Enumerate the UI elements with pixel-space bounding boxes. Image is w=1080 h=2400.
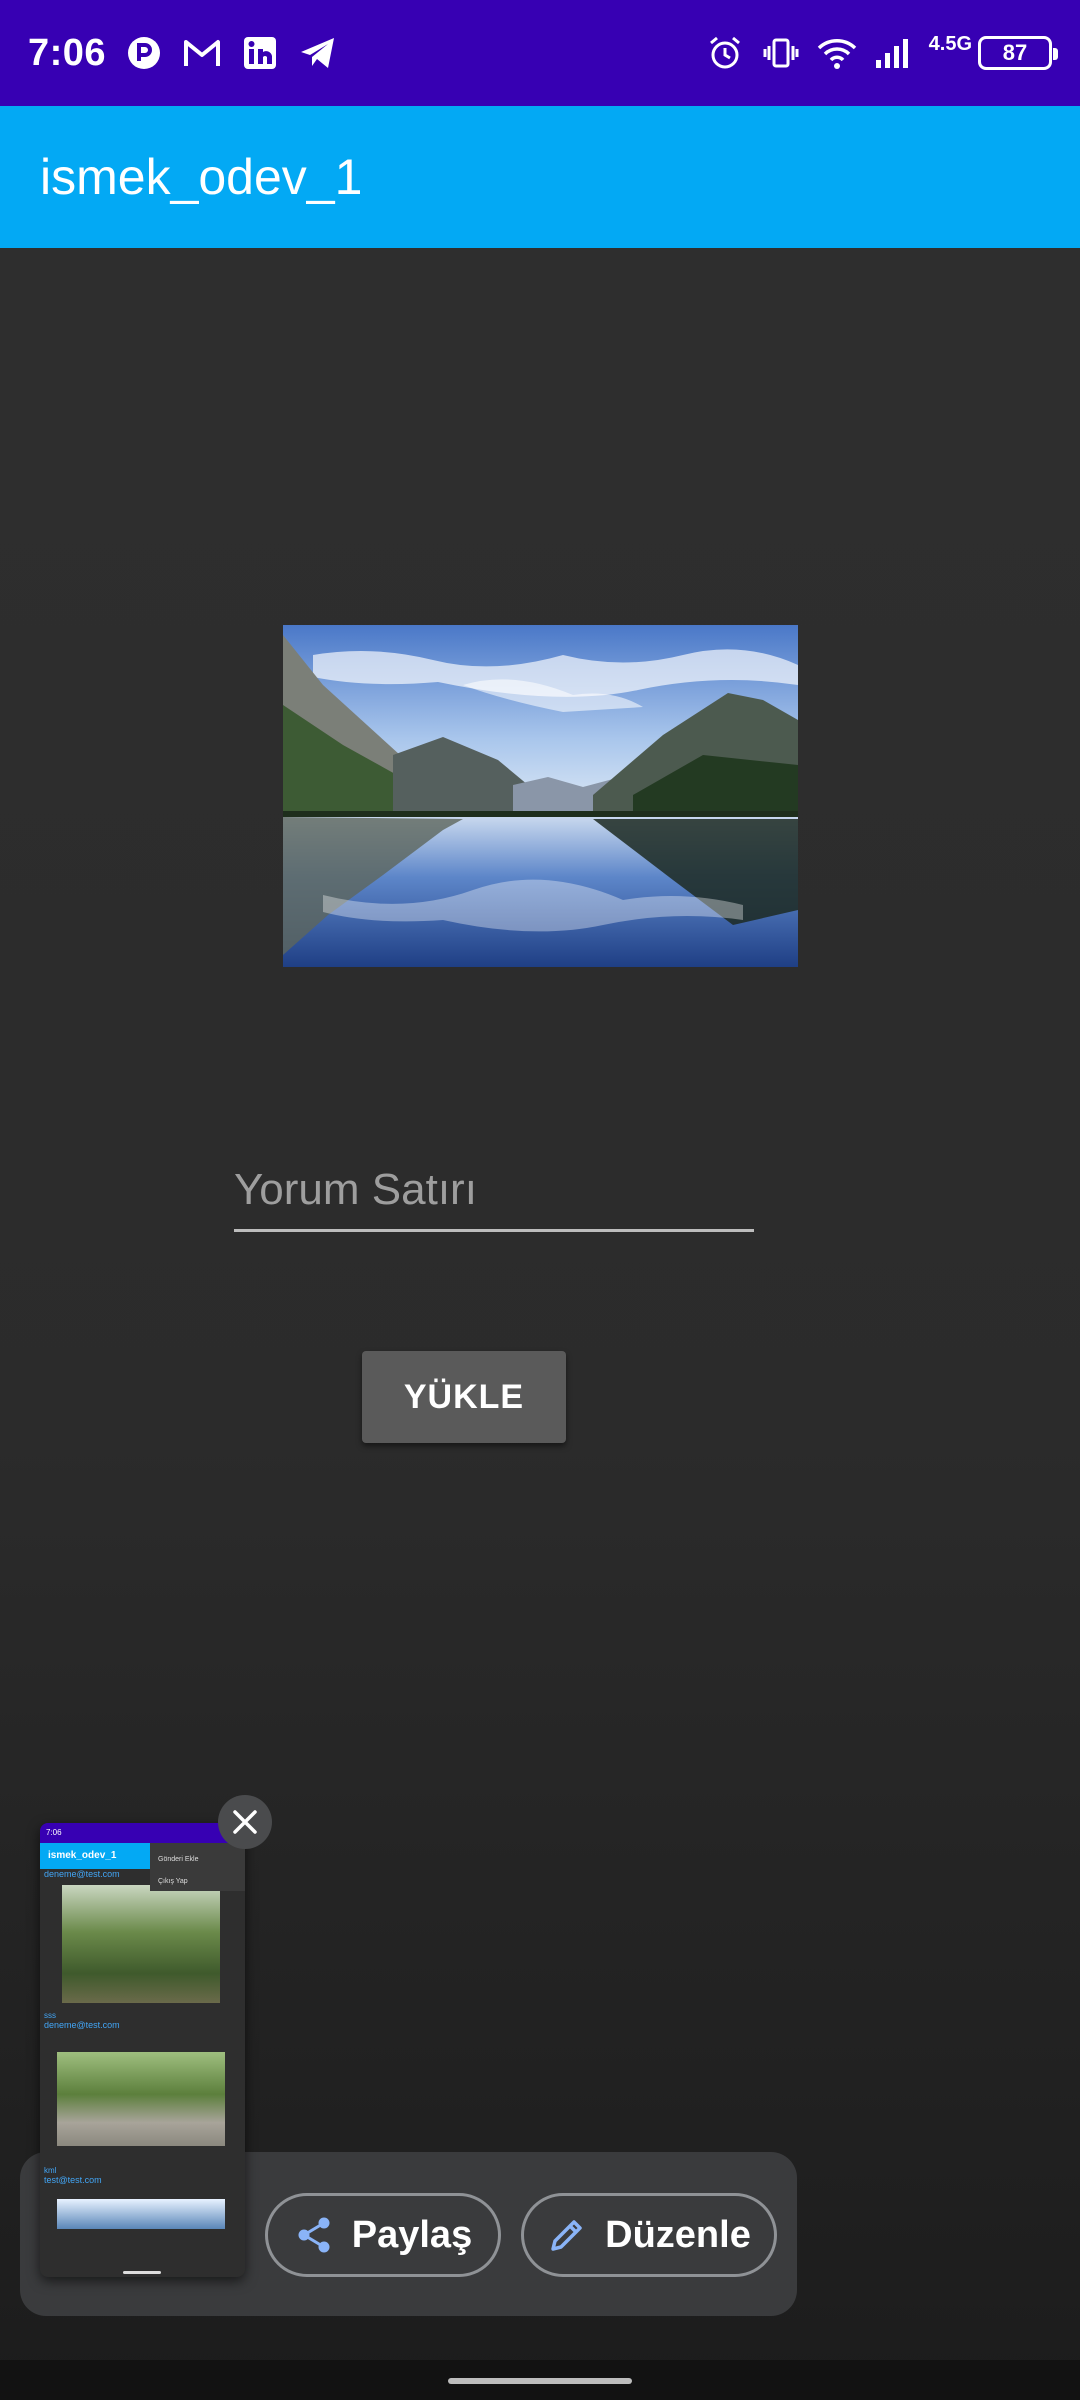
- edit-button[interactable]: Düzenle: [521, 2193, 777, 2277]
- thumbnail-app-title: ismek_odev_1: [40, 1843, 150, 1869]
- wifi-icon: [817, 33, 857, 73]
- app-title: ismek_odev_1: [40, 149, 363, 205]
- comment-input[interactable]: [234, 1160, 754, 1232]
- thumbnail-post-email: test@test.com: [44, 2175, 102, 2185]
- thumbnail-menu-item: Çıkış Yap: [158, 1878, 188, 1885]
- status-left: 7:06: [28, 32, 338, 75]
- edit-label: Düzenle: [605, 2213, 751, 2256]
- telegram-icon: [298, 33, 338, 73]
- alarm-icon: [705, 33, 745, 73]
- signal-icon: [873, 33, 913, 73]
- close-preview-button[interactable]: [218, 1795, 272, 1849]
- linkedin-icon: [240, 33, 280, 73]
- thumbnail-status-bar: 7:06: [40, 1823, 245, 1843]
- share-button[interactable]: Paylaş: [265, 2193, 501, 2277]
- share-label: Paylaş: [351, 2213, 473, 2256]
- thumbnail-post-image: [57, 2199, 225, 2229]
- home-indicator[interactable]: [448, 2378, 632, 2384]
- status-right: 4.5G 87: [705, 32, 1058, 73]
- gmail-icon: [182, 33, 222, 73]
- thumbnail-post-image: [62, 1885, 220, 2003]
- close-icon: [233, 1810, 257, 1834]
- vibrate-icon: [761, 33, 801, 73]
- network-type: 4.5G: [928, 32, 972, 55]
- thumbnail-menu: Gönderi Ekle Çıkış Yap: [150, 1843, 245, 1891]
- status-time: 7:06: [28, 31, 107, 74]
- thumbnail-post-email: deneme@test.com: [44, 2020, 120, 2030]
- upload-button[interactable]: YÜKLE: [362, 1351, 566, 1443]
- thumbnail-post-image: [57, 2052, 225, 2146]
- screenshot-thumbnail[interactable]: 7:06 ismek_odev_1 Gönderi Ekle Çıkış Yap…: [40, 1823, 245, 2277]
- thumbnail-post-comment: kml: [44, 2166, 57, 2175]
- battery-icon: 87: [978, 36, 1058, 70]
- share-icon: [298, 2217, 330, 2253]
- battery-level: 87: [1002, 40, 1028, 65]
- thumbnail-post-comment: sss: [44, 2011, 56, 2020]
- status-bar: 7:06 4.5G 87: [0, 0, 1080, 106]
- thumbnail-home-indicator: [123, 2271, 161, 2274]
- mountain-lake-photo[interactable]: [283, 625, 798, 967]
- thumbnail-menu-item: Gönderi Ekle: [158, 1856, 199, 1863]
- thumbnail-time: 7:06: [46, 1828, 62, 1837]
- app-notification-icon: [124, 33, 164, 73]
- pencil-icon: [551, 2220, 582, 2251]
- app-bar: ismek_odev_1: [0, 106, 1080, 248]
